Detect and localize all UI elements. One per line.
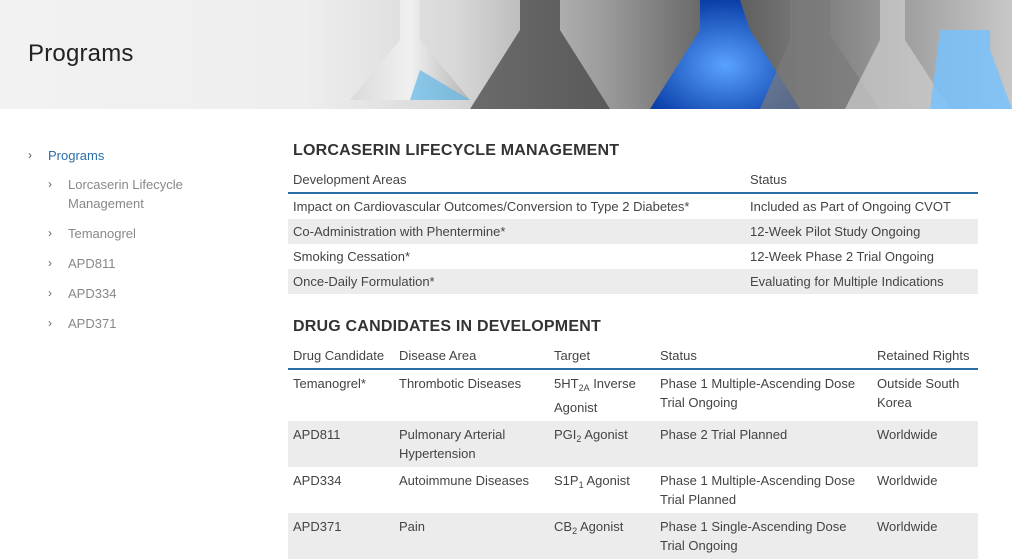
chevron-right-icon: › [48, 316, 52, 330]
disease-area-cell: Autoimmune Diseases [399, 473, 530, 488]
retained-rights-cell: Outside South Korea [877, 376, 960, 410]
chevron-right-icon: › [28, 148, 32, 162]
development-area-cell: Smoking Cessation* [293, 249, 411, 264]
drug-candidate-cell: APD811 [288, 421, 394, 467]
target-name: PGI [554, 427, 577, 442]
disease-area-cell: Pain [394, 513, 549, 559]
column-header-status: Status [745, 168, 978, 194]
table-row: Once-Daily Formulation* Evaluating for M… [288, 269, 978, 294]
table-row: APD811 Pulmonary Arterial Hypertension P… [288, 421, 978, 467]
table-row: APD334 Autoimmune Diseases S1P1 Agonist … [288, 467, 978, 513]
table-row: Smoking Cessation* 12-Week Phase 2 Trial… [288, 244, 978, 269]
target-cell: CB2 Agonist [549, 513, 655, 559]
chevron-right-icon: › [48, 177, 52, 191]
drug-candidate-cell: APD371 [288, 513, 394, 559]
status-cell: Phase 1 Multiple-Ascending Dose Trial On… [660, 376, 856, 410]
development-area-cell: Impact on Cardiovascular Outcomes/Conver… [293, 199, 690, 214]
target-suffix: Agonist [583, 473, 630, 488]
lifecycle-table: Development Areas Status Impact on Cardi… [288, 168, 978, 294]
sidebar-item-label: Temanogrel [68, 226, 136, 241]
sidebar-item-apd334[interactable]: › APD334 [48, 284, 248, 303]
disease-area-cell: Thrombotic Diseases [399, 376, 522, 391]
status-cell: Evaluating for Multiple Indications [745, 269, 978, 294]
target-name: CB [554, 519, 573, 534]
sidebar-item-programs[interactable]: › Programs [28, 146, 248, 165]
table-row: Impact on Cardiovascular Outcomes/Conver… [288, 193, 978, 219]
table-header-row: Drug Candidate Disease Area Target Statu… [288, 344, 978, 370]
section-title-lifecycle: LORCASERIN LIFECYCLE MANAGEMENT [293, 142, 620, 159]
retained-rights-cell: Worldwide [872, 513, 978, 559]
chevron-right-icon: › [48, 286, 52, 300]
status-cell: Phase 1 Single-Ascending Dose Trial Ongo… [655, 513, 872, 559]
chevron-right-icon: › [48, 226, 52, 240]
target-cell: 5HT2A Inverse Agonist [549, 369, 655, 421]
column-header-retained-rights: Retained Rights [872, 344, 978, 370]
status-cell: Included as Part of Ongoing CVOT [750, 199, 951, 214]
target-cell: PGI2 Agonist [549, 421, 655, 467]
column-header-status: Status [655, 344, 872, 370]
sidebar-item-apd371[interactable]: › APD371 [48, 314, 248, 333]
sidebar-item-apd811[interactable]: › APD811 [48, 254, 248, 273]
development-area-cell: Co-Administration with Phentermine* [288, 219, 745, 244]
target-subscript: 2A [578, 383, 590, 393]
development-area-cell: Once-Daily Formulation* [288, 269, 745, 294]
sidebar-item-label: APD371 [68, 316, 117, 331]
target-suffix: Agonist [581, 427, 628, 442]
status-cell: Phase 1 Multiple-Ascending Dose Trial Pl… [660, 473, 856, 507]
status-cell: 12-Week Pilot Study Ongoing [745, 219, 978, 244]
sidebar-item-label: APD811 [68, 256, 116, 271]
sidebar-item-label: APD334 [68, 286, 117, 301]
column-header-drug-candidate: Drug Candidate [288, 344, 394, 370]
page-title: Programs [28, 40, 134, 67]
target-cell: S1P1 Agonist [549, 467, 655, 513]
candidates-table: Drug Candidate Disease Area Target Statu… [288, 344, 978, 559]
sidebar-item-label: Lorcaserin Lifecycle Management [68, 177, 183, 211]
drug-candidate-cell: APD334 [293, 473, 342, 488]
retained-rights-cell: Worldwide [872, 421, 978, 467]
sidebar-item-lorcaserin[interactable]: › Lorcaserin Lifecycle Management [48, 175, 248, 213]
main-content: LORCASERIN LIFECYCLE MANAGEMENT Developm… [288, 142, 978, 559]
column-header-disease-area: Disease Area [394, 344, 549, 370]
sidebar: › Programs › Lorcaserin Lifecycle Manage… [28, 146, 248, 333]
table-row: APD371 Pain CB2 Agonist Phase 1 Single-A… [288, 513, 978, 559]
target-suffix: Agonist [577, 519, 624, 534]
retained-rights-cell: Worldwide [877, 473, 938, 488]
disease-area-cell: Pulmonary Arterial Hypertension [394, 421, 549, 467]
target-name: S1P [554, 473, 579, 488]
status-cell: Phase 2 Trial Planned [655, 421, 872, 467]
drug-candidate-cell: Temanogrel* [293, 376, 366, 391]
column-header-development-areas: Development Areas [288, 168, 745, 194]
hero-banner: Programs [0, 0, 1012, 109]
column-header-target: Target [549, 344, 655, 370]
chevron-right-icon: › [48, 256, 52, 270]
target-name: 5HT [554, 376, 579, 391]
sidebar-item-temanogrel[interactable]: › Temanogrel [48, 224, 248, 243]
table-row: Co-Administration with Phentermine* 12-W… [288, 219, 978, 244]
table-header-row: Development Areas Status [288, 168, 978, 194]
hero-illustration [350, 0, 1012, 109]
table-row: Temanogrel* Thrombotic Diseases 5HT2A In… [288, 369, 978, 421]
sidebar-item-label: Programs [48, 148, 105, 163]
section-title-candidates: DRUG CANDIDATES IN DEVELOPMENT [293, 318, 601, 335]
status-cell: 12-Week Phase 2 Trial Ongoing [750, 249, 935, 264]
